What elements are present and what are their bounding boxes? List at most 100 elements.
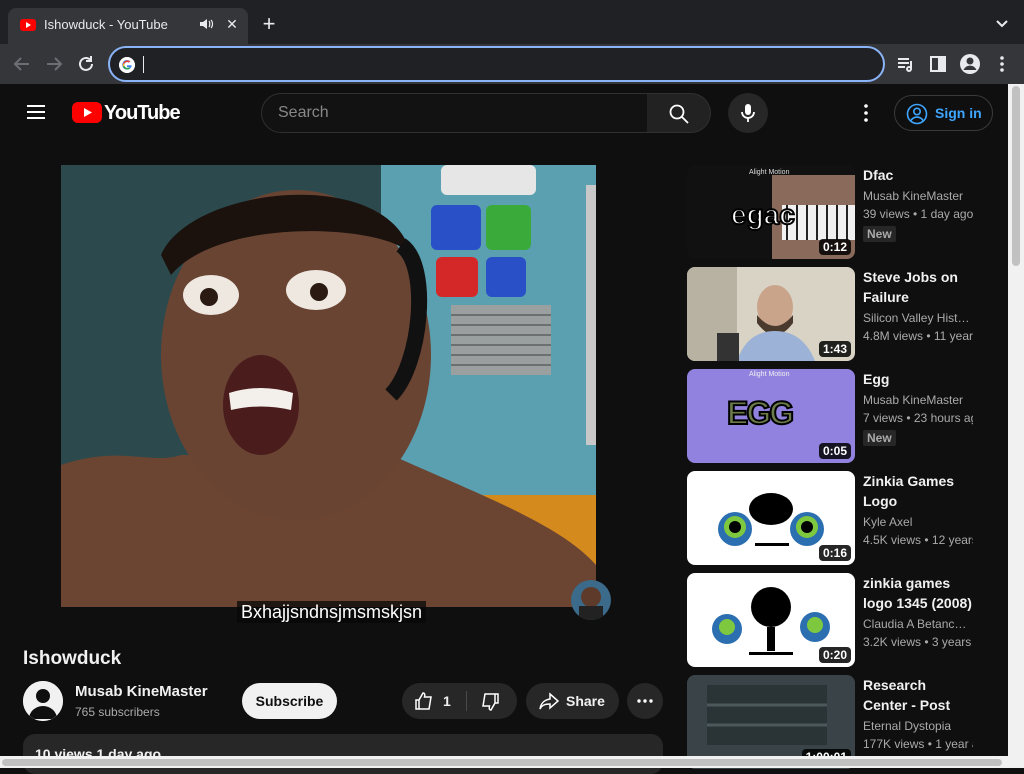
related-video-meta: 177K views • 1 year ago [863, 737, 973, 751]
back-arrow-icon[interactable] [10, 52, 34, 76]
related-video-item[interactable]: 1:43 Steve Jobs on Failure Silicon Valle… [687, 267, 997, 361]
new-badge: New [863, 430, 896, 446]
speaker-icon[interactable] [198, 16, 214, 32]
share-icon [539, 692, 560, 710]
video-duration: 0:05 [818, 443, 851, 459]
related-video-title[interactable]: Dfac [863, 165, 973, 185]
media-controls-icon[interactable] [894, 52, 918, 76]
related-video-meta: 4.5K views • 12 years ago [863, 533, 973, 547]
related-video-thumbnail[interactable]: 1:00:01 [687, 675, 855, 769]
related-channel-name[interactable]: Eternal Dystopia [863, 719, 973, 733]
search-button[interactable] [647, 93, 711, 133]
sign-in-button[interactable]: Sign in [894, 95, 993, 131]
video-title: Ishowduck [23, 648, 122, 669]
related-video-meta: 3.2K views • 3 years ago [863, 635, 973, 649]
related-video-item[interactable]: Alight Motion EGG 0:05 Egg Musab KineMas… [687, 369, 997, 463]
video-duration: 0:20 [818, 647, 851, 663]
dislike-icon[interactable] [480, 692, 500, 712]
related-video-title[interactable]: Egg [863, 369, 973, 389]
subscriber-count: 765 subscribers [75, 705, 160, 719]
vertical-scrollbar[interactable] [1008, 84, 1024, 768]
channel-name[interactable]: Musab KineMaster [75, 683, 221, 700]
horizontal-scrollbar[interactable] [0, 756, 1008, 768]
related-video-meta: 7 views • 23 hours ago [863, 411, 973, 425]
hamburger-menu-icon[interactable] [24, 100, 48, 124]
youtube-favicon-icon [20, 19, 36, 31]
scrollbar-thumb[interactable] [2, 759, 1002, 766]
related-video-item[interactable]: Alight Motion egac 0:12 Dfac Musab KineM… [687, 165, 997, 259]
youtube-header: YouTube Sign in [0, 84, 1008, 140]
more-horizontal-icon [637, 699, 653, 703]
browser-tab[interactable]: Ishowduck - YouTube ✕ [8, 8, 248, 44]
related-channel-name[interactable]: Musab KineMaster [863, 393, 973, 407]
thumbnail-tag: Alight Motion [749, 169, 790, 176]
youtube-logo-text[interactable]: YouTube [104, 102, 181, 125]
related-video-thumbnail[interactable]: Alight Motion egac 0:12 [687, 165, 855, 259]
settings-more-icon[interactable] [854, 101, 878, 125]
voice-search-button[interactable] [728, 93, 768, 133]
video-caption: Bxhajjsndnsjmsmskjsn [237, 601, 427, 623]
new-badge: New [863, 226, 896, 242]
video-duration: 0:12 [818, 239, 851, 255]
side-panel-icon[interactable] [926, 52, 950, 76]
related-video-title[interactable]: Research Center - Post Apocalyptic [863, 675, 973, 715]
related-channel-name[interactable]: Musab KineMaster [863, 189, 973, 203]
more-actions-button[interactable] [627, 683, 663, 719]
video-duration: 0:16 [818, 545, 851, 561]
channel-watermark[interactable] [571, 580, 611, 620]
chevron-down-icon[interactable] [992, 14, 1012, 34]
video-frame [61, 165, 596, 607]
related-video-meta: 39 views • 1 day ago [863, 207, 973, 221]
related-video-item[interactable]: 1:00:01 Research Center - Post Apocalypt… [687, 675, 997, 769]
forward-arrow-icon[interactable] [42, 52, 66, 76]
thumbnail-tag: Alight Motion [749, 371, 790, 378]
account-circle-icon [906, 103, 928, 125]
video-player[interactable] [61, 165, 596, 607]
share-button[interactable]: Share [526, 683, 619, 719]
avatar-icon [23, 681, 63, 721]
tab-title: Ishowduck - YouTube [44, 17, 168, 32]
related-channel-name[interactable]: Kyle Axel [863, 515, 973, 529]
sign-in-label: Sign in [935, 105, 982, 121]
like-dislike-group: 1 [402, 683, 517, 719]
related-video-thumbnail[interactable]: Alight Motion EGG 0:05 [687, 369, 855, 463]
profile-icon[interactable] [958, 52, 982, 76]
browser-menu-icon[interactable] [990, 52, 1014, 76]
channel-avatar[interactable] [23, 681, 63, 721]
search-input[interactable] [278, 103, 618, 123]
tab-close-icon[interactable]: ✕ [224, 16, 240, 32]
search-box[interactable] [261, 93, 648, 133]
related-video-title[interactable]: Zinkia Games Logo [863, 471, 973, 511]
browser-tab-strip: Ishowduck - YouTube ✕ + [0, 0, 1024, 44]
video-duration: 1:43 [818, 341, 851, 357]
related-video-thumbnail[interactable]: 0:20 [687, 573, 855, 667]
search-icon [669, 104, 689, 124]
thumbnail-text: egac [730, 198, 796, 231]
browser-toolbar [0, 44, 1024, 84]
text-caret [143, 56, 144, 73]
related-channel-name[interactable]: Silicon Valley Historical Association [863, 311, 973, 325]
new-tab-button[interactable]: + [258, 13, 280, 35]
related-video-title[interactable]: zinkia games logo 1345 (2008) [863, 573, 973, 613]
share-label: Share [566, 693, 605, 709]
scrollbar-thumb[interactable] [1012, 86, 1020, 266]
like-count[interactable]: 1 [443, 693, 451, 709]
channel-watermark-image [571, 580, 611, 620]
related-video-item[interactable]: 0:20 zinkia games logo 1345 (2008) Claud… [687, 573, 997, 667]
related-channel-name[interactable]: Claudia A Betancourt [863, 617, 973, 631]
address-input[interactable] [142, 54, 842, 76]
like-divider [466, 691, 467, 711]
description-box[interactable]: 10 views 1 day ago [23, 734, 663, 774]
subscribe-button[interactable]: Subscribe [242, 683, 337, 719]
youtube-logo-icon[interactable] [72, 102, 102, 123]
reload-icon[interactable] [74, 52, 98, 76]
related-video-thumbnail[interactable]: 0:16 [687, 471, 855, 565]
like-icon[interactable] [414, 691, 434, 711]
thumbnail-text: EGG [726, 394, 795, 432]
microphone-icon [741, 104, 755, 122]
related-video-thumbnail[interactable]: 1:43 [687, 267, 855, 361]
address-bar[interactable] [108, 46, 885, 82]
related-video-item[interactable]: 0:16 Zinkia Games Logo Kyle Axel 4.5K vi… [687, 471, 997, 565]
related-video-meta: 4.8M views • 11 years ago [863, 329, 973, 343]
related-video-title[interactable]: Steve Jobs on Failure [863, 267, 973, 307]
